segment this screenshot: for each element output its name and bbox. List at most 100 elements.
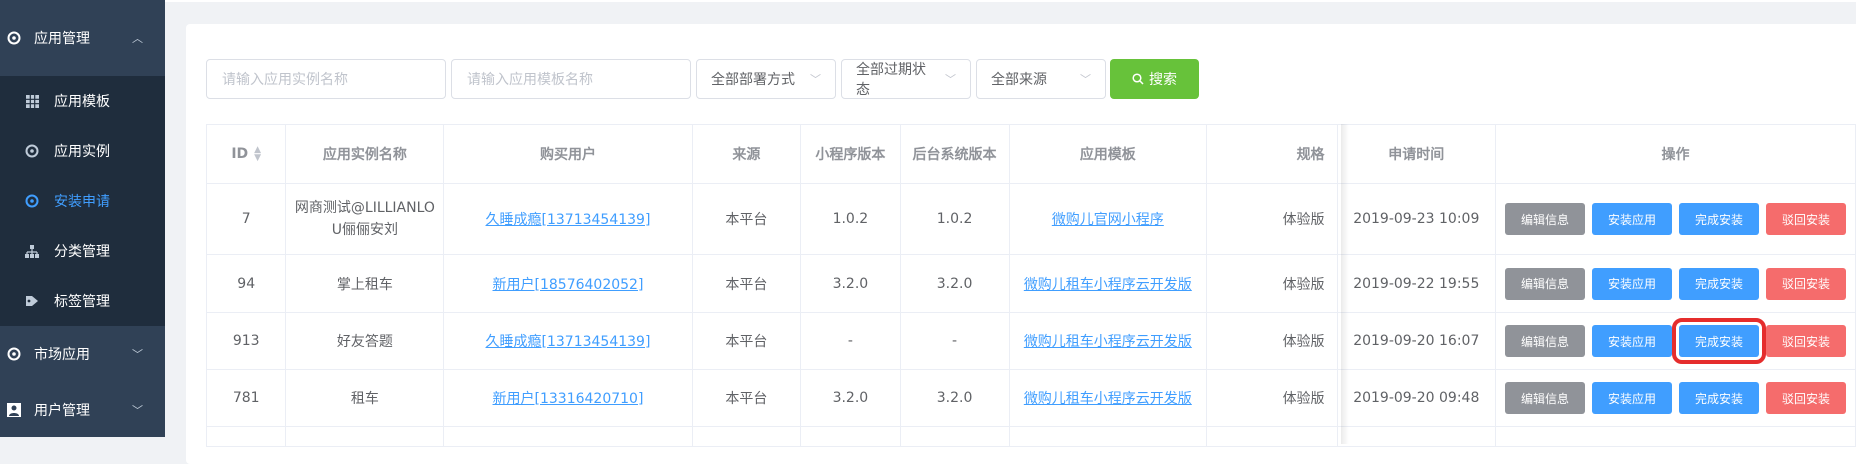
table-row: 913 好友答题 久睡成瘾[13713454139] 本平台 - - 微购儿租车… xyxy=(205,312,1856,370)
cell-user: 新用户[13316420710] xyxy=(443,369,693,427)
reject-install-button[interactable]: 驳回安装 xyxy=(1765,203,1846,235)
cell-source: 本平台 xyxy=(691,183,802,255)
column-header: 来源 xyxy=(691,124,802,184)
user-link[interactable]: 新用户[13316420710] xyxy=(493,391,644,407)
sidebar-group-label: 市场应用 xyxy=(34,347,90,363)
gear-icon xyxy=(24,193,40,209)
search-button[interactable]: 搜索 xyxy=(1110,59,1199,99)
deploy-method-value: 全部部署方式 xyxy=(711,72,795,88)
cell-template: 微购儿官网小程序 xyxy=(1008,183,1208,255)
sidebar-item-label: 分类管理 xyxy=(54,244,110,260)
install-app-button[interactable]: 安装应用 xyxy=(1591,267,1672,300)
user-link[interactable]: 新用户[18576402052] xyxy=(493,277,644,293)
user-link[interactable]: 久睡成瘾[13713454139] xyxy=(486,334,651,350)
sort-icon[interactable]: ▲ ▼ xyxy=(254,146,261,163)
sidebar-item-label: 安装申请 xyxy=(54,194,110,210)
instance-name-placeholder: 请输入应用实例名称 xyxy=(222,72,348,88)
cell-spec: 体验版 xyxy=(1206,369,1338,427)
reject-install-button[interactable]: 驳回安装 xyxy=(1765,382,1846,414)
cell-backend-version: 3.2.0 xyxy=(899,254,1010,313)
fixed-column-shadow xyxy=(1341,124,1349,444)
sidebar: 应用管理 ︿ 应用模板 应用实例 安装申请 分类管理 标签管理 市场应用 ﹀ 用… xyxy=(0,0,165,437)
sidebar-item-install-request[interactable]: 安装申请 xyxy=(0,176,165,226)
reject-install-button[interactable]: 驳回安装 xyxy=(1765,267,1846,300)
expire-status-select[interactable]: 全部过期状态 ﹀ xyxy=(841,59,971,99)
template-link[interactable]: 微购儿租车小程序云开发版 xyxy=(1024,334,1192,350)
install-app-button[interactable]: 安装应用 xyxy=(1591,325,1672,357)
source-select[interactable]: 全部来源 ﹀ xyxy=(976,59,1106,99)
sidebar-item-tags[interactable]: 标签管理 xyxy=(0,276,165,326)
column-header: 小程序版本 xyxy=(800,124,901,184)
template-link[interactable]: 微购儿官网小程序 xyxy=(1052,212,1164,228)
instance-name-input[interactable]: 请输入应用实例名称 xyxy=(206,59,446,99)
edit-info-button[interactable]: 编辑信息 xyxy=(1504,325,1585,357)
cell-name: 好友答题 xyxy=(285,312,445,370)
chevron-down-icon: ﹀ xyxy=(1080,73,1091,86)
tag-icon xyxy=(24,293,40,309)
template-name-input[interactable]: 请输入应用模板名称 xyxy=(451,59,691,99)
reject-install-button[interactable]: 驳回安装 xyxy=(1765,325,1846,357)
cell-user: 久睡成瘾[13713454139] xyxy=(443,312,693,370)
cell-source: 本平台 xyxy=(691,254,802,313)
sidebar-item-app-instance[interactable]: 应用实例 xyxy=(0,126,165,176)
table-row: 781 租车 新用户[13316420710] 本平台 3.2.0 3.2.0 … xyxy=(205,369,1856,427)
install-app-button[interactable]: 安装应用 xyxy=(1591,382,1672,414)
edit-info-button[interactable]: 编辑信息 xyxy=(1504,382,1585,414)
chevron-up-icon: ︿ xyxy=(132,32,143,45)
complete-install-button[interactable]: 完成安装 xyxy=(1678,203,1759,235)
cell-spec: 体验版 xyxy=(1206,312,1338,370)
cell-user: 新用户[18576402052] xyxy=(443,254,693,313)
cell-id: 913 xyxy=(205,312,287,370)
sidebar-item-label: 标签管理 xyxy=(54,294,110,310)
column-header: 应用模板 xyxy=(1008,124,1208,184)
column-header: 后台系统版本 xyxy=(899,124,1010,184)
deploy-method-select[interactable]: 全部部署方式 ﹀ xyxy=(696,59,836,99)
table-row: 7 网商测试@LILLIANLOU俪俪安刘 久睡成瘾[13713454139] … xyxy=(205,183,1856,255)
sidebar-group-users[interactable]: 用户管理 ﹀ xyxy=(0,382,165,438)
cell-backend-version: 3.2.0 xyxy=(899,369,1010,427)
source-value: 全部来源 xyxy=(991,72,1047,88)
cell-template: 微购儿租车小程序云开发版 xyxy=(1008,312,1208,370)
cell-name: 掌上租车 xyxy=(285,254,445,313)
cell-ops: 编辑信息 安装应用 完成安装 驳回安装 xyxy=(1494,254,1856,313)
sidebar-item-label: 应用模板 xyxy=(54,94,110,110)
hierarchy-icon xyxy=(24,243,40,259)
sidebar-group-market[interactable]: 市场应用 ﹀ xyxy=(0,326,165,382)
sidebar-item-category[interactable]: 分类管理 xyxy=(0,226,165,276)
cell-ops: 编辑信息 安装应用 完成安装 驳回安装 xyxy=(1494,312,1856,370)
cell-template: 微购儿租车小程序云开发版 xyxy=(1008,254,1208,313)
template-link[interactable]: 微购儿租车小程序云开发版 xyxy=(1024,391,1192,407)
sidebar-item-app-template[interactable]: 应用模板 xyxy=(0,76,165,126)
column-header: 应用实例名称 xyxy=(285,124,445,184)
complete-install-button[interactable]: 完成安装 xyxy=(1678,267,1759,300)
chevron-down-icon: ﹀ xyxy=(132,404,143,417)
cell-time: 2019-09-22 19:55 xyxy=(1336,254,1496,313)
header-label: ID xyxy=(231,146,249,162)
complete-install-button[interactable]: 完成安装 xyxy=(1678,382,1759,414)
edit-info-button[interactable]: 编辑信息 xyxy=(1504,203,1585,235)
template-link[interactable]: 微购儿租车小程序云开发版 xyxy=(1024,277,1192,293)
edit-info-button[interactable]: 编辑信息 xyxy=(1504,267,1585,300)
install-app-button[interactable]: 安装应用 xyxy=(1591,203,1672,235)
search-label: 搜索 xyxy=(1149,72,1177,88)
cell-id: 94 xyxy=(205,254,287,313)
user-link[interactable]: 久睡成瘾[13713454139] xyxy=(486,212,651,228)
cell-name: 租车 xyxy=(285,369,445,427)
expire-status-value: 全部过期状态 xyxy=(856,62,926,98)
cell-mini-version: 3.2.0 xyxy=(800,369,901,427)
column-header: 操作 xyxy=(1494,124,1856,184)
install-request-table: ID ▲ ▼ 应用实例名称 购买用户 来源 小程序版本 后台系统版本 应用模板 规格… xyxy=(205,124,1856,447)
sidebar-group-label: 用户管理 xyxy=(34,403,90,419)
gear-icon xyxy=(24,143,40,159)
column-header-id[interactable]: ID ▲ ▼ xyxy=(205,124,287,184)
complete-install-button-highlighted[interactable]: 完成安装 xyxy=(1671,318,1766,364)
top-strip xyxy=(165,0,1856,2)
sidebar-group-app-management[interactable]: 应用管理 ︿ xyxy=(0,0,165,76)
cell-name: 网商测试@LILLIANLOU俪俪安刘 xyxy=(285,183,445,255)
column-header: 购买用户 xyxy=(443,124,693,184)
cell-time: 2019-09-23 10:09 xyxy=(1336,183,1496,255)
chevron-down-icon: ﹀ xyxy=(945,73,956,86)
cell-ops: 编辑信息 安装应用 完成安装 驳回安装 xyxy=(1494,183,1856,255)
column-header: 规格 xyxy=(1206,124,1338,184)
gear-icon xyxy=(6,30,22,46)
